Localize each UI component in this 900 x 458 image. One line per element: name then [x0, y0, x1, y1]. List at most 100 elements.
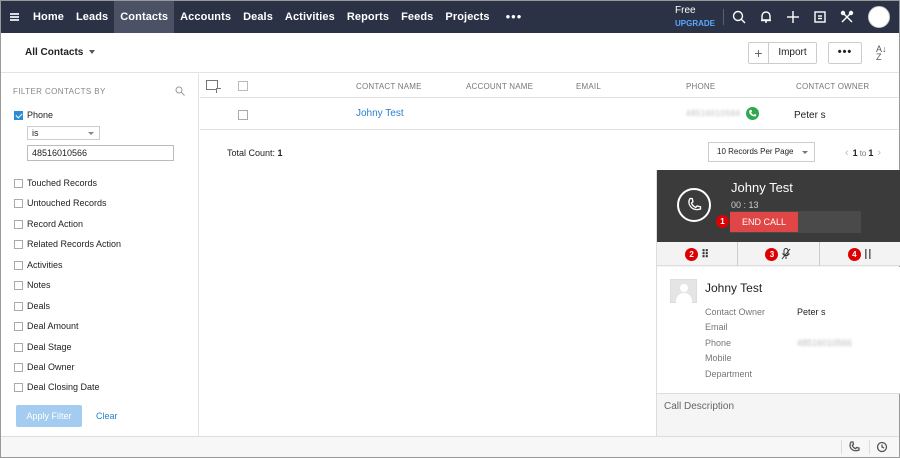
- filter-option-label: Notes: [27, 280, 51, 290]
- plan-info: Free UPGRADE: [675, 5, 721, 28]
- table-row[interactable]: Johny Test 48516010566 Peter s: [200, 98, 899, 130]
- card-field-label: Phone: [705, 338, 732, 348]
- pagination: ‹ 1 to 1 ›: [841, 147, 885, 159]
- total-count-label: Total Count:: [227, 148, 276, 158]
- filter-phone-label: Phone: [27, 110, 54, 120]
- calendar-icon[interactable]: [806, 1, 833, 33]
- column-header-contact-name[interactable]: CONTACT NAME: [356, 82, 422, 91]
- card-owner-value: Peter s: [797, 307, 826, 317]
- column-header-contact-owner[interactable]: CONTACT OWNER: [796, 82, 869, 91]
- step-badge: 3: [765, 247, 779, 261]
- filter-checkbox[interactable]: [14, 301, 23, 311]
- filter-checkbox[interactable]: [14, 239, 23, 249]
- next-page-icon[interactable]: ›: [877, 147, 881, 159]
- upgrade-link[interactable]: UPGRADE: [675, 19, 721, 28]
- call-header: Johny Test 00 : 13 END CALL 1: [657, 170, 900, 242]
- step-badge: 4: [847, 247, 861, 261]
- filter-option[interactable]: Deal Closing Date: [14, 382, 100, 392]
- filter-option[interactable]: Deal Amount: [14, 321, 79, 331]
- filter-option[interactable]: Activities: [14, 260, 63, 270]
- contact-avatar: [670, 279, 697, 303]
- nav-projects[interactable]: Projects: [439, 1, 495, 33]
- contact-name-link[interactable]: Johny Test: [356, 108, 404, 119]
- keypad-button[interactable]: 2 ⠿: [657, 242, 739, 266]
- filter-option[interactable]: Deals: [14, 301, 50, 311]
- operator-select[interactable]: is: [27, 126, 100, 140]
- nav-deals[interactable]: Deals: [237, 1, 279, 33]
- sort-az-icon[interactable]: A↓ Z: [876, 45, 887, 62]
- select-all-checkbox[interactable]: [238, 81, 248, 91]
- view-selector[interactable]: All Contacts: [25, 47, 96, 58]
- phone-widget-icon[interactable]: [841, 440, 860, 454]
- records-per-page-value: 10 Records Per Page: [717, 147, 794, 156]
- phone-value: 48516010566: [686, 109, 741, 118]
- filter-checkbox[interactable]: [14, 260, 23, 270]
- filter-option[interactable]: Touched Records: [14, 178, 97, 188]
- pause-icon: [864, 249, 871, 259]
- filter-checkbox[interactable]: [14, 342, 23, 352]
- plus-icon[interactable]: [779, 1, 806, 33]
- bell-icon[interactable]: [752, 1, 779, 33]
- row-checkbox[interactable]: [238, 110, 248, 120]
- filter-option-label: Record Action: [27, 219, 84, 229]
- user-avatar[interactable]: [868, 6, 890, 28]
- column-header-phone[interactable]: PHONE: [686, 82, 715, 91]
- filter-checkbox[interactable]: [14, 321, 23, 331]
- hold-button[interactable]: 4: [820, 242, 900, 266]
- call-description-field[interactable]: Call Description: [664, 401, 734, 412]
- filter-title: FILTER CONTACTS BY: [13, 87, 106, 96]
- plan-label: Free: [675, 5, 696, 16]
- card-field-label: Department: [705, 369, 753, 379]
- nav-reports[interactable]: Reports: [341, 1, 395, 33]
- phone-value-input[interactable]: 48516010566: [27, 145, 174, 161]
- filter-search-icon[interactable]: [175, 86, 185, 96]
- records-per-page-select[interactable]: 10 Records Per Page: [708, 142, 815, 162]
- hamburger-menu-icon[interactable]: [1, 1, 27, 33]
- filter-option[interactable]: Untouched Records: [14, 198, 107, 208]
- filter-option[interactable]: Related Records Action: [14, 239, 121, 249]
- contact-card: Johny Test Contact Owner Peter s Email P…: [657, 267, 900, 394]
- nav-divider: [723, 9, 724, 25]
- nav-feeds[interactable]: Feeds: [395, 1, 439, 33]
- more-actions-button[interactable]: •••: [828, 42, 862, 64]
- clear-filter-link[interactable]: Clear: [96, 411, 118, 421]
- phone-checkbox[interactable]: [14, 110, 23, 120]
- nav-accounts[interactable]: Accounts: [174, 1, 237, 33]
- filter-checkbox[interactable]: [14, 280, 23, 290]
- filter-checkbox[interactable]: [14, 382, 23, 392]
- tools-icon[interactable]: [833, 1, 860, 33]
- filter-checkbox[interactable]: [14, 219, 23, 229]
- create-contact-button[interactable]: +: [748, 42, 769, 64]
- page-from: 1: [852, 148, 858, 158]
- mute-button[interactable]: 3: [738, 242, 820, 266]
- card-contact-name[interactable]: Johny Test: [705, 281, 762, 295]
- filter-phone[interactable]: Phone: [14, 110, 53, 120]
- filter-checkbox[interactable]: [14, 178, 23, 188]
- column-header-account-name[interactable]: ACCOUNT NAME: [466, 82, 533, 91]
- history-icon[interactable]: [869, 440, 888, 454]
- filter-option-label: Untouched Records: [27, 198, 107, 208]
- filter-checkbox[interactable]: [14, 362, 23, 372]
- end-call-button[interactable]: END CALL: [730, 212, 798, 232]
- step-badge: 2: [685, 247, 699, 261]
- nav-activities[interactable]: Activities: [279, 1, 341, 33]
- nav-more-button[interactable]: •••: [496, 1, 533, 33]
- filter-option[interactable]: Deal Stage: [14, 342, 72, 352]
- nav-leads[interactable]: Leads: [70, 1, 114, 33]
- filter-option[interactable]: Record Action: [14, 219, 83, 229]
- apply-filter-button[interactable]: Apply Filter: [16, 405, 82, 427]
- search-icon[interactable]: [725, 1, 752, 33]
- chevron-down-icon: [88, 132, 94, 135]
- bottom-bar: [1, 436, 899, 457]
- filter-checkbox[interactable]: [14, 198, 23, 208]
- prev-page-icon[interactable]: ‹: [845, 147, 849, 159]
- column-header-email[interactable]: EMAIL: [576, 82, 601, 91]
- filter-option[interactable]: Deal Owner: [14, 362, 75, 372]
- call-phone-icon[interactable]: [746, 107, 759, 120]
- import-button[interactable]: Import: [768, 42, 817, 64]
- column-settings-icon[interactable]: [206, 80, 221, 93]
- filter-option[interactable]: Notes: [14, 280, 51, 290]
- nav-contacts[interactable]: Contacts: [114, 1, 175, 33]
- top-icon-bar: [725, 1, 860, 33]
- nav-home[interactable]: Home: [27, 1, 70, 33]
